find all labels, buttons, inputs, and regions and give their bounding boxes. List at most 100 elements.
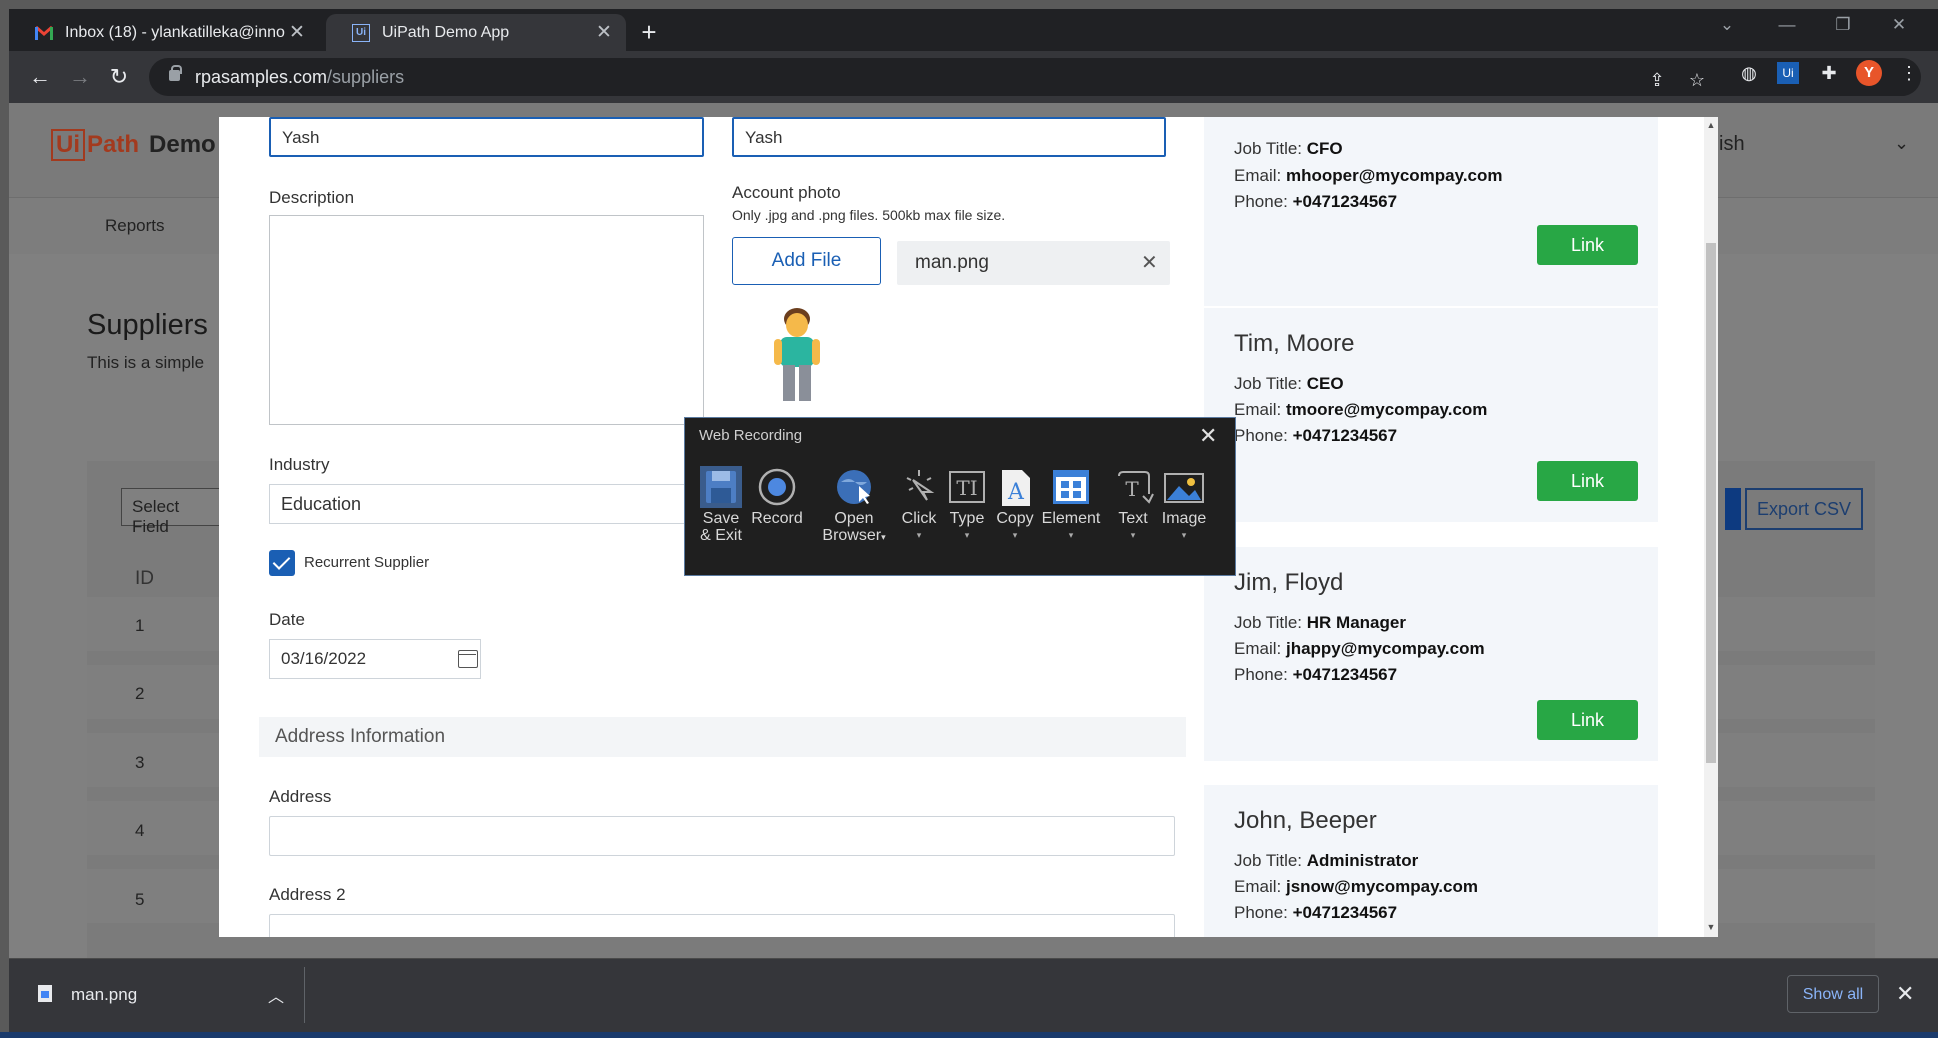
extension-globe-icon[interactable]: ◍ <box>1737 61 1761 85</box>
export-csv-button[interactable]: Export CSV <box>1745 488 1863 530</box>
dropdown-arrow-icon: ▾ <box>1181 530 1187 540</box>
scrollbar-thumb[interactable] <box>1706 243 1716 763</box>
link-button[interactable]: Link <box>1537 461 1638 501</box>
address2-label: Address 2 <box>269 885 346 904</box>
first-name-input[interactable]: Yash <box>269 117 704 157</box>
modal-scrollbar[interactable]: ▲ ▼ <box>1704 117 1718 937</box>
url-text: rpasamples.com/suppliers <box>195 67 405 87</box>
scroll-up-icon[interactable]: ▲ <box>1706 120 1716 130</box>
tool-label: & Exit <box>700 527 742 544</box>
uipath-extension-icon[interactable]: Ui <box>1777 62 1799 84</box>
contact-card: Job Title: CFO Email: mhooper@mycompay.c… <box>1204 117 1658 306</box>
address-input[interactable] <box>269 816 1175 856</box>
description-textarea[interactable] <box>269 215 704 425</box>
scroll-down-icon[interactable]: ▼ <box>1706 922 1716 932</box>
address-section-header: Address Information <box>259 717 1186 757</box>
forward-icon[interactable]: → <box>66 63 94 91</box>
chevron-down-icon[interactable]: ⌄ <box>1894 133 1909 154</box>
contact-card: Tim, Moore Job Title: CEO Email: tmoore@… <box>1204 308 1658 522</box>
language-select[interactable]: ish <box>1719 133 1745 156</box>
tab-search-chevron-icon[interactable]: ⌄ <box>1707 15 1747 35</box>
contact-job: Job Title: HR Manager <box>1234 613 1406 632</box>
tool-label: Copy <box>996 510 1034 527</box>
page-subtitle: This is a simple <box>87 353 205 372</box>
share-icon[interactable]: ⇪ <box>1645 68 1669 92</box>
contact-email: Email: jsnow@mycompay.com <box>1234 877 1478 896</box>
date-input[interactable]: 03/16/2022 <box>269 639 481 679</box>
contact-email: Email: tmoore@mycompay.com <box>1234 400 1488 419</box>
search-button[interactable] <box>1725 488 1741 530</box>
link-button[interactable]: Link <box>1537 225 1638 265</box>
new-tab-icon[interactable]: + <box>634 17 664 47</box>
type-tool[interactable]: TI Type ▾ <box>945 466 989 544</box>
click-tool[interactable]: Click ▾ <box>899 466 939 544</box>
tab-gmail[interactable]: Inbox (18) - ylankatilleka@innob ✕ <box>9 14 319 51</box>
profile-avatar[interactable]: Y <box>1856 60 1882 86</box>
record-tool[interactable]: Record <box>749 466 805 527</box>
reload-icon[interactable]: ↻ <box>105 63 133 91</box>
address-bar[interactable]: rpasamples.com/suppliers ⇪ ☆ <box>149 58 1921 96</box>
contact-email: Email: jhappy@mycompay.com <box>1234 639 1485 658</box>
save-exit-tool[interactable]: Save & Exit <box>699 466 743 544</box>
contact-name: Tim, Moore <box>1234 330 1355 357</box>
tool-label: Open <box>834 510 874 527</box>
contact-phone: Phone: +0471234567 <box>1234 665 1398 684</box>
record-icon <box>756 466 798 508</box>
tab-close-icon[interactable]: ✕ <box>592 21 616 44</box>
address2-input[interactable] <box>269 914 1175 937</box>
bookmark-star-icon[interactable]: ☆ <box>1685 68 1709 92</box>
recorder-close-icon[interactable]: ✕ <box>1199 423 1217 449</box>
contact-phone: Phone: +0471234567 <box>1234 903 1398 922</box>
tool-label: Browser <box>822 527 882 544</box>
window-close-icon[interactable]: ✕ <box>1879 15 1919 35</box>
web-recording-panel: Web Recording ✕ Save & Exit Record Open Br… <box>684 417 1236 576</box>
tab-uipath[interactable]: Ui UiPath Demo App ✕ <box>326 14 626 51</box>
tab-label: UiPath Demo App <box>382 23 510 41</box>
restore-icon[interactable]: ❐ <box>1823 15 1863 35</box>
dropdown-arrow-icon: ▾ <box>916 530 922 540</box>
text-tool[interactable]: T Text ▾ <box>1113 466 1154 544</box>
add-file-button[interactable]: Add File <box>732 237 881 285</box>
chevron-up-icon[interactable]: ︿ <box>268 983 284 1007</box>
contact-job: Job Title: CFO <box>1234 139 1343 158</box>
copy-tool[interactable]: A Copy ▾ <box>993 466 1037 544</box>
nav-reports[interactable]: Reports <box>105 216 165 236</box>
recurrent-supplier-checkbox[interactable] <box>269 550 295 576</box>
select-field-dropdown[interactable]: Select Field <box>121 488 231 536</box>
row-id: 2 <box>135 684 145 703</box>
floppy-icon <box>700 466 742 508</box>
date-label: Date <box>269 610 305 629</box>
tool-label: Element <box>1041 510 1101 527</box>
recurrent-supplier-label: Recurrent Supplier <box>304 554 430 571</box>
remove-file-icon[interactable]: ✕ <box>1141 250 1158 275</box>
lock-icon <box>169 65 182 81</box>
recorder-title: Web Recording <box>699 427 803 444</box>
show-all-button[interactable]: Show all <box>1787 975 1879 1013</box>
open-browser-tool[interactable]: Open Browser▾ <box>821 466 887 546</box>
row-id: 1 <box>135 616 145 635</box>
gmail-icon <box>35 24 53 42</box>
account-photo-hint: Only .jpg and .png files. 500kb max file… <box>732 207 1006 223</box>
close-download-bar-icon[interactable]: ✕ <box>1896 981 1914 1007</box>
link-button[interactable]: Link <box>1537 700 1638 740</box>
minimize-icon[interactable]: — <box>1767 15 1807 35</box>
image-tool[interactable]: Image ▾ <box>1159 466 1209 544</box>
svg-text:A: A <box>1007 480 1025 505</box>
calendar-icon[interactable] <box>458 650 478 668</box>
back-icon[interactable]: ← <box>26 63 54 91</box>
click-icon <box>899 466 941 508</box>
download-item[interactable]: man.png <box>71 985 137 1005</box>
tool-label: Type <box>949 510 985 527</box>
address-section-title: Address Information <box>275 726 446 747</box>
browser-menu-icon[interactable]: ⋮ <box>1897 61 1921 85</box>
industry-select[interactable]: Education <box>269 484 704 524</box>
dropdown-arrow-icon: ▾ <box>881 532 886 542</box>
extensions-puzzle-icon[interactable]: ✚ <box>1817 61 1841 85</box>
last-name-input[interactable]: Yash <box>732 117 1166 157</box>
contact-name: Jim, Floyd <box>1234 569 1344 596</box>
tab-close-icon[interactable]: ✕ <box>285 21 309 44</box>
browser-toolbar: ← → ↻ rpasamples.com/suppliers ⇪ ☆ ◍ Ui … <box>9 51 1938 103</box>
element-tool[interactable]: Element ▾ <box>1041 466 1101 544</box>
tab-strip: Inbox (18) - ylankatilleka@innob ✕ Ui Ui… <box>9 9 1938 51</box>
image-icon <box>1163 466 1205 508</box>
